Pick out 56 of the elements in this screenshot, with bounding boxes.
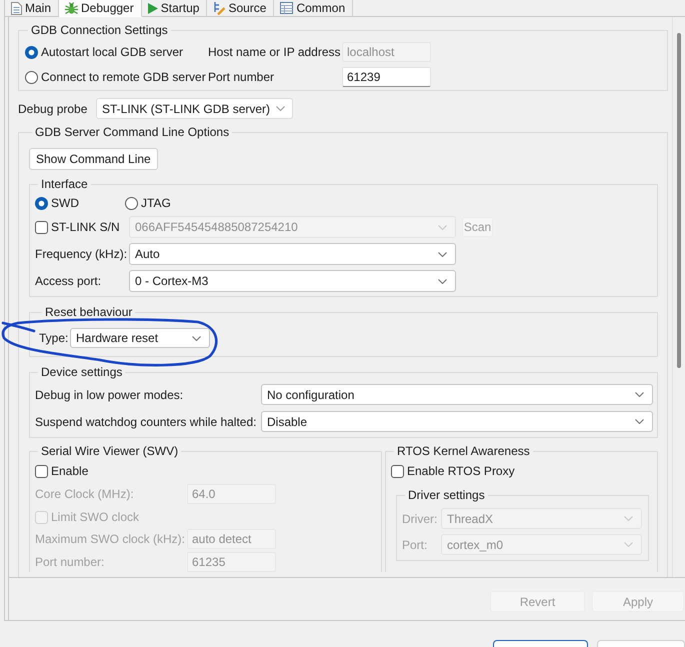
dropdown[interactable]: No configuration xyxy=(261,384,653,405)
field-label: Access port: xyxy=(35,274,102,288)
group-title: Device settings xyxy=(40,365,124,379)
dropdown[interactable]: 0 - Cortex-M3 xyxy=(129,270,456,292)
group-title: GDB Server Command Line Options xyxy=(34,125,230,139)
tree-pencil-icon xyxy=(213,2,226,14)
chevron-down-icon xyxy=(438,252,447,256)
checkbox-option[interactable]: Enable RTOS Proxy xyxy=(391,464,515,478)
chevron-down-icon xyxy=(438,224,447,230)
chevron-down-icon xyxy=(276,106,286,111)
chevron-down-icon xyxy=(624,542,633,547)
tab[interactable]: Common xyxy=(274,0,354,17)
dropdown[interactable]: Hardware reset xyxy=(70,328,210,348)
field-label: Driver: xyxy=(402,512,438,526)
text-field[interactable]: 61239 xyxy=(342,67,431,87)
group-title: GDB Connection Settings xyxy=(30,23,169,37)
dialog-button[interactable] xyxy=(493,640,588,647)
tab[interactable]: Startup xyxy=(142,0,208,17)
dropdown[interactable]: ST-LINK (ST-LINK GDB server) xyxy=(96,98,294,119)
chevron-down-icon xyxy=(438,278,447,284)
radio-option[interactable]: Autostart local GDB server xyxy=(25,45,184,59)
field-label: Frequency (kHz): xyxy=(35,247,128,261)
tab[interactable]: Main xyxy=(5,0,60,17)
tab[interactable]: Debugger xyxy=(59,0,142,17)
document-icon xyxy=(11,2,22,14)
field-label: Port number: xyxy=(35,555,104,569)
field-label: Core Clock (MHz): xyxy=(35,487,134,501)
group-title: Interface xyxy=(40,177,89,191)
group-title: Driver settings xyxy=(407,488,486,502)
field-label: Suspend watchdog counters while halted: xyxy=(35,414,256,428)
chevron-down-icon xyxy=(192,336,201,340)
group-title: Reset behaviour xyxy=(44,305,134,319)
field-label: Maximum SWO clock (kHz): xyxy=(35,532,185,546)
group-title: RTOS Kernel Awareness xyxy=(396,444,531,458)
tab[interactable]: Source xyxy=(207,0,274,17)
field-label: Debug probe xyxy=(18,102,88,116)
radio-option[interactable]: JTAG xyxy=(125,196,215,210)
radio-option[interactable]: SWD xyxy=(35,196,125,210)
field-label: Type: xyxy=(39,331,68,345)
chevron-down-icon xyxy=(635,392,644,397)
bug-icon xyxy=(65,2,78,14)
chevron-down-icon xyxy=(624,516,633,521)
field-label: Port: xyxy=(402,538,428,552)
dropdown[interactable]: Disable xyxy=(261,411,653,432)
dropdown[interactable]: Auto xyxy=(129,243,456,265)
play-icon xyxy=(148,2,158,14)
table-icon xyxy=(280,2,294,14)
field-label: Debug in low power modes: xyxy=(35,388,184,402)
show-command-line-button[interactable]: Show Command Line xyxy=(29,148,158,170)
checkbox-option[interactable]: Enable xyxy=(35,464,88,478)
group-title: Serial Wire Viewer (SWV) xyxy=(40,444,180,458)
chevron-down-icon xyxy=(635,419,644,424)
scrollbar-thumb[interactable] xyxy=(677,33,681,368)
field-label: Port number xyxy=(208,70,274,84)
field-label: Host name or IP address xyxy=(208,45,341,59)
radio-option[interactable]: Connect to remote GDB server xyxy=(25,70,206,84)
